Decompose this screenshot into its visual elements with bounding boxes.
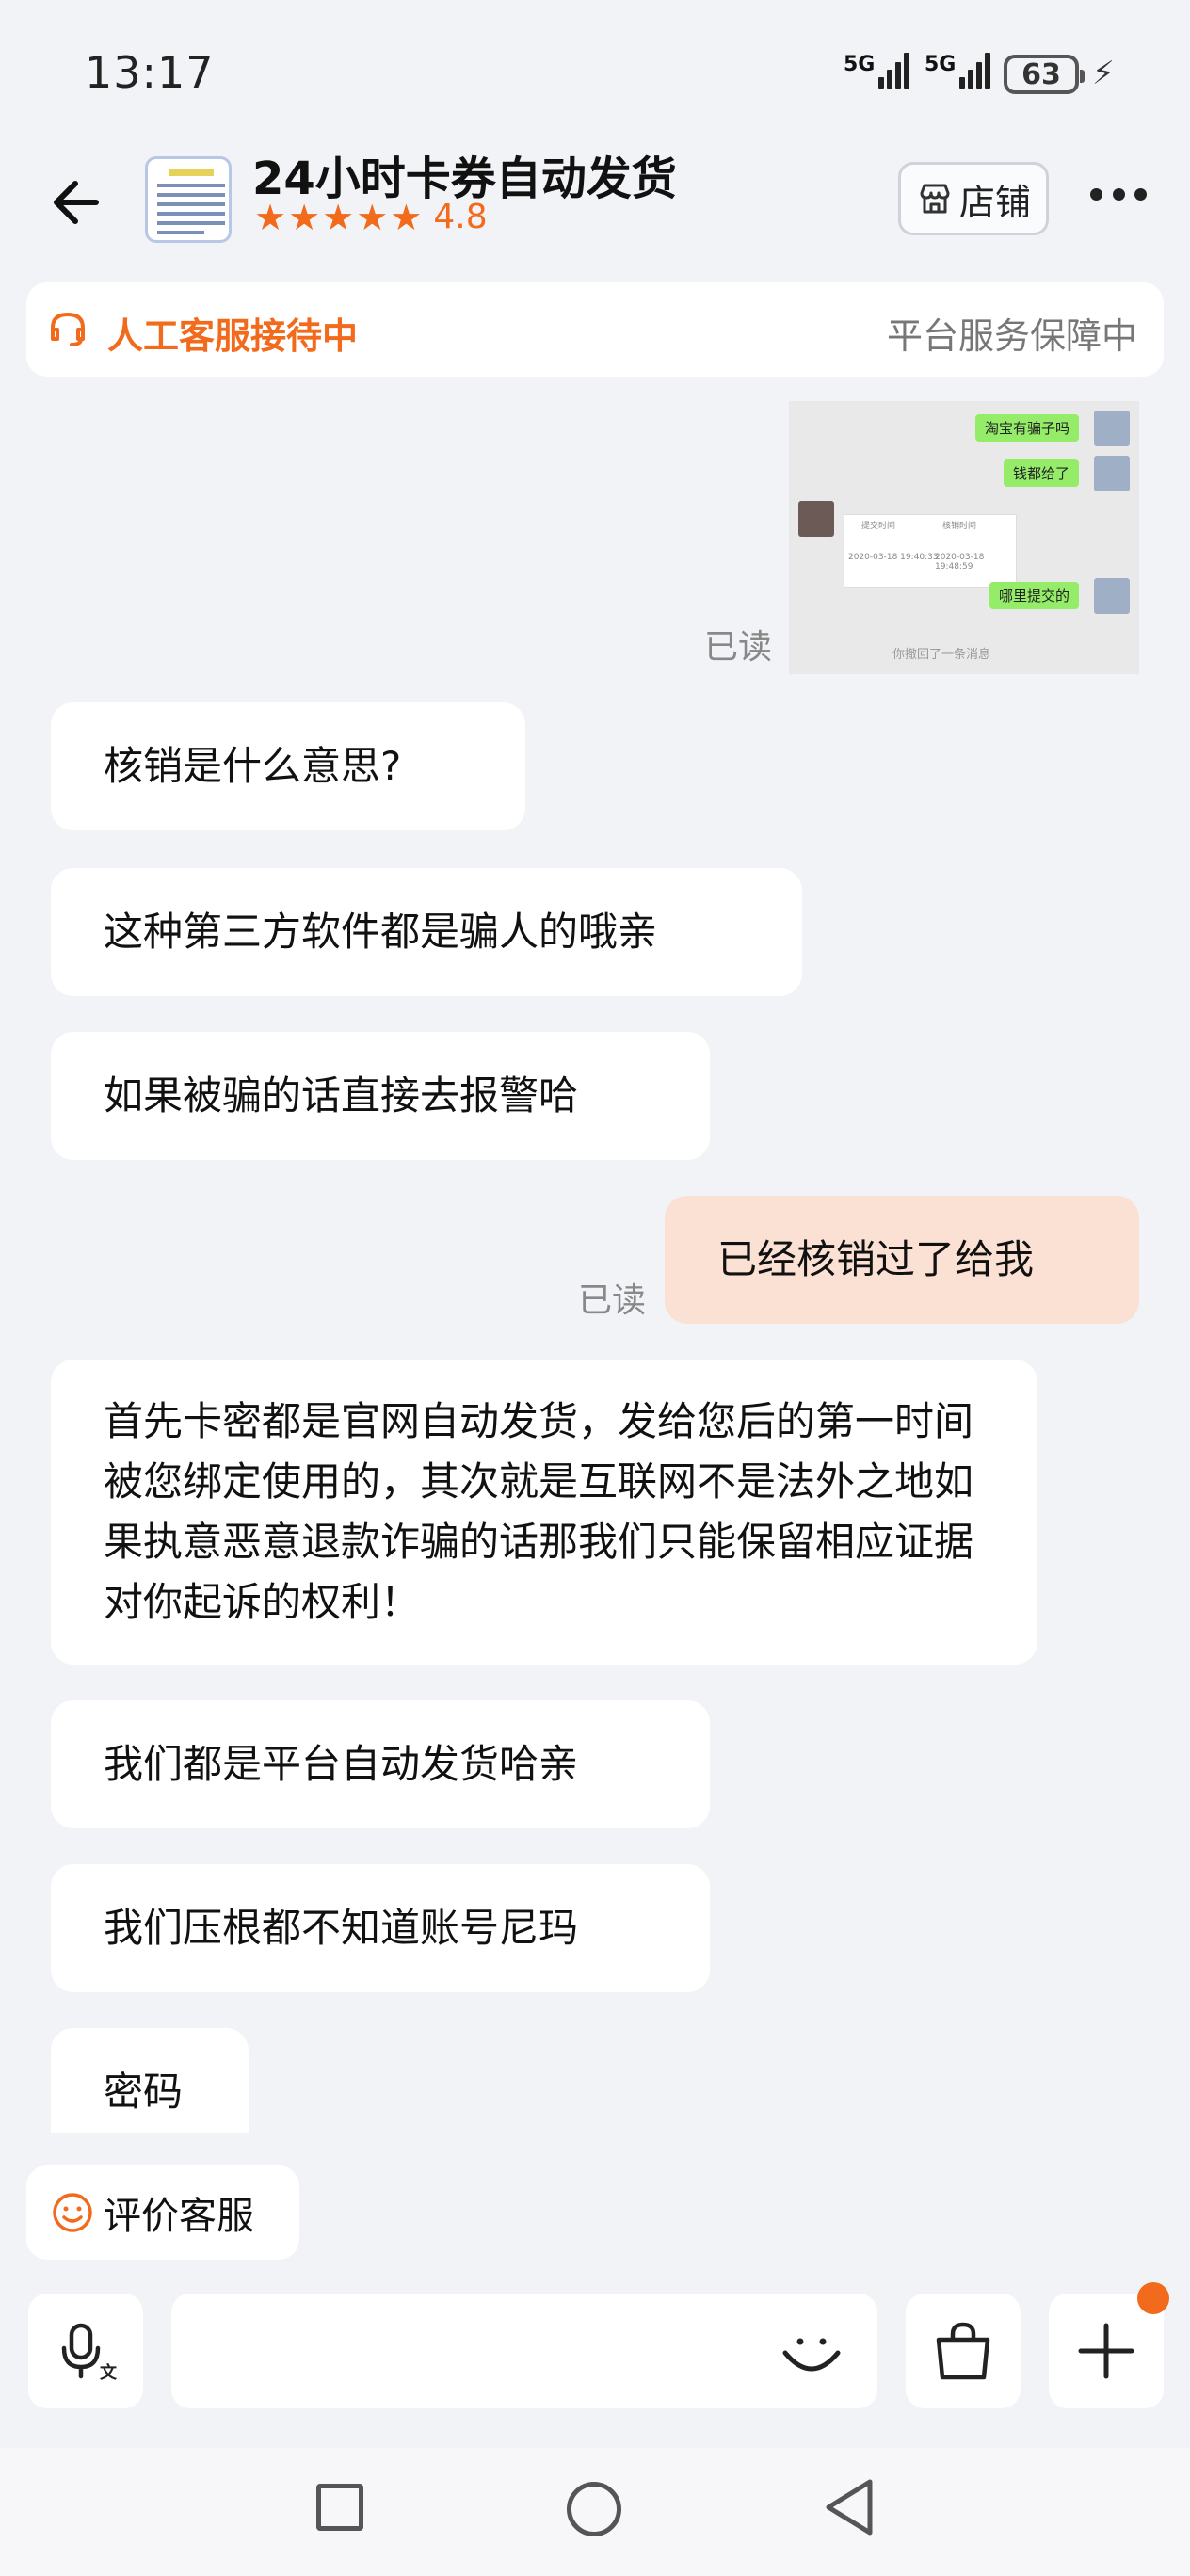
more-menu-icon[interactable] <box>1090 188 1147 207</box>
chat-header: 24小时卡券自动发货 ★ ★ ★ ★ ★ 4.8 店铺 <box>0 141 1190 273</box>
store-button[interactable]: 店铺 <box>898 162 1049 235</box>
more-actions-button[interactable] <box>1049 2282 1169 2408</box>
received-message[interactable]: 我们压根都不知道账号尼玛 <box>51 1864 710 1992</box>
status-bar: 13:17 5G 5G 63 ⚡ <box>0 0 1190 141</box>
signal-icon: 5G <box>844 53 912 89</box>
rate-agent-button[interactable]: 评价客服 <box>26 2165 299 2260</box>
star-icon: ★ <box>254 196 287 238</box>
microphone-icon: 文 <box>61 2323 118 2383</box>
screenshot-image-message[interactable]: 淘宝有骗子吗 钱都给了 提交时间 核销时间 2020-03-18 19:40:3… <box>789 401 1139 674</box>
star-icon: ★ <box>356 196 389 238</box>
received-message[interactable]: 密码 <box>51 2028 249 2133</box>
notification-dot <box>1137 2282 1169 2314</box>
star-icon: ★ <box>390 196 423 238</box>
shop-rating: ★ ★ ★ ★ ★ 4.8 <box>254 198 488 236</box>
star-icon: ★ <box>288 196 321 238</box>
emoji-icon[interactable] <box>778 2317 845 2385</box>
service-banner: 人工客服接待中 平台服务保障中 <box>26 282 1164 377</box>
voice-input-button[interactable]: 文 <box>28 2294 143 2408</box>
store-icon <box>920 184 950 214</box>
battery-icon: 63 <box>1004 55 1085 94</box>
signal-icon-2: 5G <box>925 53 993 89</box>
human-agent-status: 人工客服接待中 <box>107 315 359 357</box>
smiley-icon <box>53 2193 92 2232</box>
status-time: 13:17 <box>85 47 215 98</box>
store-button-label: 店铺 <box>958 181 1031 223</box>
received-message[interactable]: 如果被骗的话直接去报警哈 <box>51 1032 710 1160</box>
platform-guarantee[interactable]: 平台服务保障中 <box>887 307 1137 359</box>
system-navigation-bar <box>0 2448 1190 2576</box>
plus-icon <box>1078 2323 1134 2379</box>
charging-icon: ⚡ <box>1092 55 1115 92</box>
headset-icon <box>51 313 85 346</box>
back-icon[interactable] <box>821 2476 877 2538</box>
input-bar: 文 <box>0 2278 1190 2448</box>
shop-avatar[interactable] <box>145 156 232 243</box>
star-icon: ★ <box>322 196 355 238</box>
rate-agent-label: 评价客服 <box>104 2195 254 2238</box>
received-message[interactable]: 这种第三方软件都是骗人的哦亲 <box>51 868 802 996</box>
product-button[interactable] <box>906 2294 1021 2408</box>
received-message[interactable]: 核销是什么意思? <box>51 702 525 830</box>
recent-apps-icon[interactable] <box>316 2484 363 2531</box>
rating-value: 4.8 <box>433 198 488 236</box>
received-message[interactable]: 首先卡密都是官网自动发货，发给您后的第一时间被您绑定使用的，其次就是互联网不是法… <box>51 1360 1037 1665</box>
sent-message[interactable]: 已经核销过了给我 <box>665 1196 1139 1324</box>
received-message[interactable]: 我们都是平台自动发货哈亲 <box>51 1700 710 1828</box>
chat-messages[interactable]: 已读 淘宝有骗子吗 钱都给了 提交时间 核销时间 2020-03-18 19:4… <box>0 386 1190 2133</box>
read-receipt: 已读 <box>578 1281 647 1320</box>
svg-text:文: 文 <box>100 2362 118 2383</box>
home-icon[interactable] <box>567 2482 621 2536</box>
message-input[interactable] <box>171 2294 877 2408</box>
shopping-bag-icon <box>936 2322 990 2380</box>
read-receipt: 已读 <box>704 628 773 667</box>
back-arrow-icon[interactable] <box>47 169 113 235</box>
